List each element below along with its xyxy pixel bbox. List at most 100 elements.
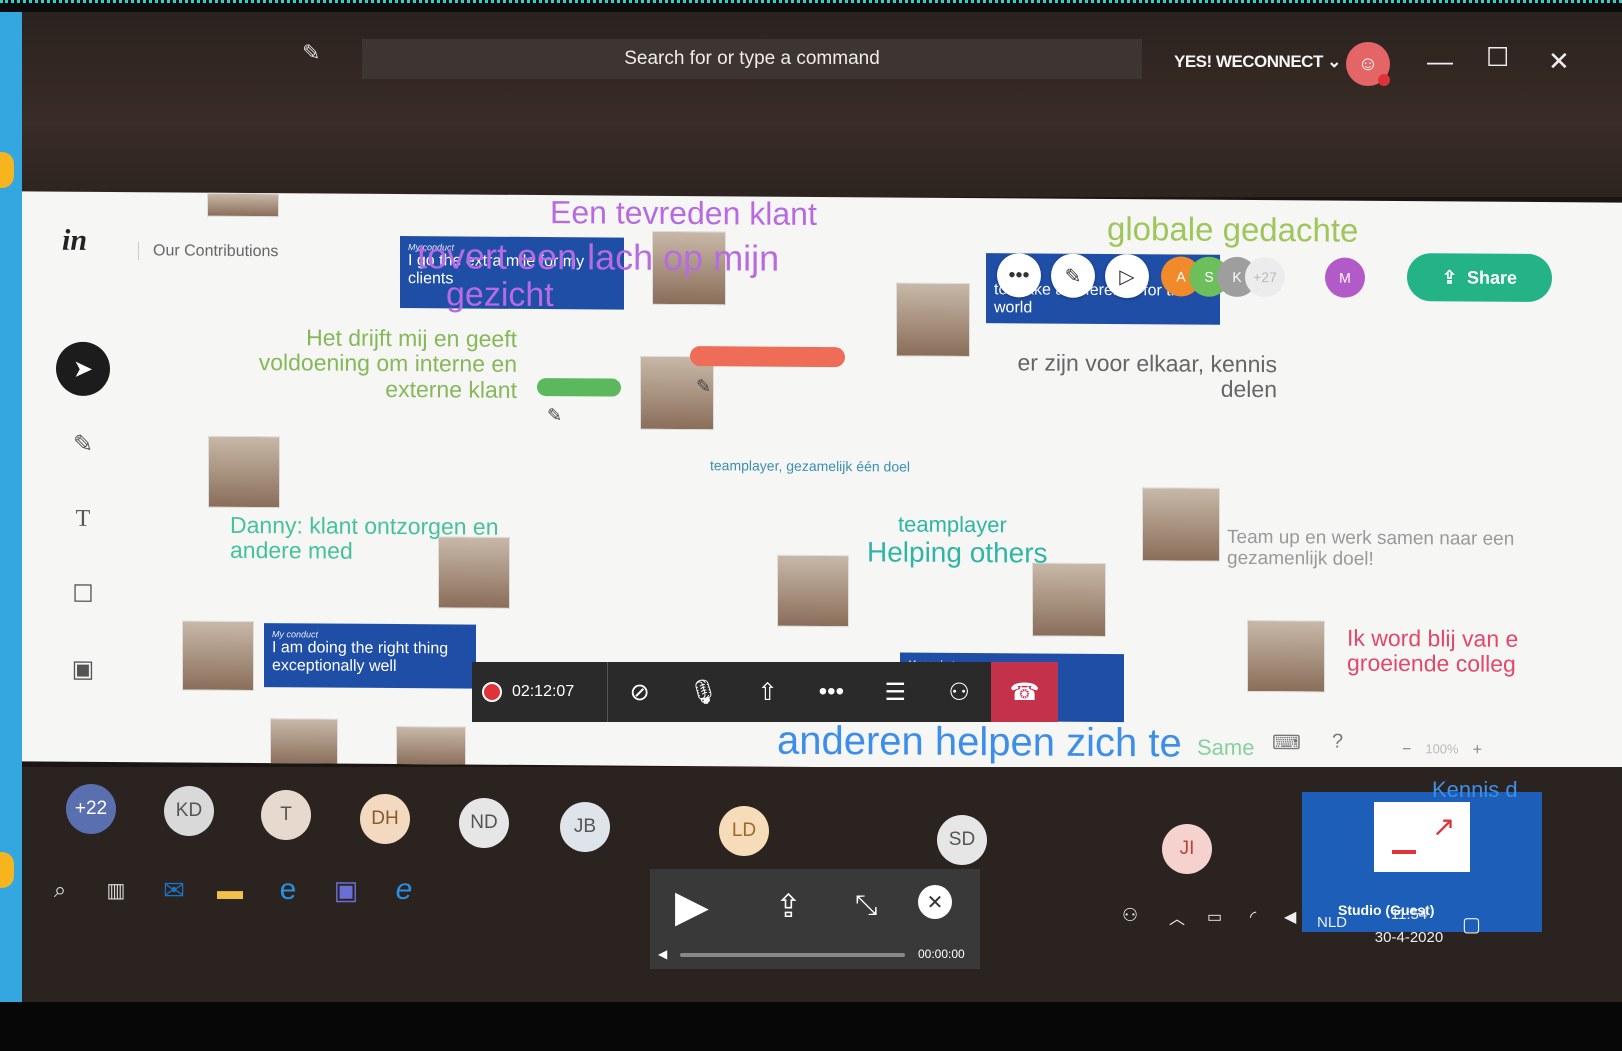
- edit-button[interactable]: ✎: [1051, 253, 1095, 298]
- exit-fullscreen-button[interactable]: ⤡: [855, 889, 877, 922]
- participant-photo: [207, 192, 279, 218]
- pen-tool-button[interactable]: ✎: [56, 417, 110, 471]
- participant-avatar[interactable]: DH: [360, 794, 410, 844]
- phone-hangup-icon: ☎: [1009, 678, 1040, 706]
- people-icon: ⚇: [948, 678, 970, 706]
- invision-logo: in: [62, 223, 88, 257]
- participant-photo: [1247, 619, 1325, 693]
- minimize-button[interactable]: —: [1427, 46, 1453, 77]
- zoom-in-button[interactable]: +: [1473, 742, 1482, 760]
- more-options-button[interactable]: •••: [997, 253, 1041, 298]
- close-button[interactable]: ✕: [1548, 46, 1570, 77]
- share-button[interactable]: ⇪ Share: [1407, 253, 1552, 303]
- zoom-controls: − 100% +: [1402, 741, 1482, 760]
- monitor-bezel: [0, 1002, 1622, 1051]
- file-explorer-icon[interactable]: ▬: [212, 872, 248, 908]
- select-tool-button[interactable]: ➤: [56, 341, 110, 397]
- share-icon: ⇪: [1441, 266, 1458, 287]
- people-icon[interactable]: ⚇: [1122, 905, 1138, 926]
- chat-button[interactable]: ☰: [863, 662, 927, 722]
- image-tool-button[interactable]: ▣: [56, 642, 110, 696]
- participant-avatar[interactable]: KD: [164, 786, 214, 836]
- search-input[interactable]: Search for or type a command: [362, 39, 1142, 79]
- pencil-icon: ✎: [72, 430, 94, 458]
- present-button[interactable]: ▷: [1105, 253, 1149, 299]
- participant-avatar[interactable]: SD: [937, 815, 987, 865]
- participant-photo: [896, 282, 970, 358]
- chevron-up-icon[interactable]: ︿: [1169, 905, 1185, 929]
- image-icon: ▣: [71, 655, 95, 683]
- wifi-icon[interactable]: ◜: [1250, 907, 1256, 927]
- board-title: Our Contributions: [138, 242, 279, 262]
- sticky-note: teamplayer: [898, 511, 1007, 538]
- language-indicator[interactable]: NLD: [1317, 914, 1347, 931]
- tenant-switcher[interactable]: YES! WECONNECT ⌄: [1174, 52, 1341, 72]
- teams-icon[interactable]: ▣: [328, 872, 364, 908]
- participant-avatar[interactable]: T: [261, 790, 311, 840]
- camera-off-button[interactable]: ⊘: [608, 662, 672, 722]
- green-marker-stroke: [537, 378, 621, 397]
- chat-icon: ☰: [884, 678, 907, 706]
- collaborator-avatar[interactable]: M: [1325, 257, 1365, 298]
- left-window-strip: [0, 12, 22, 1002]
- maximize-button[interactable]: ☐: [1486, 42, 1509, 73]
- person-icon: ☺: [1357, 52, 1379, 75]
- participant-avatar[interactable]: JB: [560, 802, 610, 852]
- collaborator-avatars[interactable]: A S K +27: [1161, 256, 1285, 298]
- zoom-out-button[interactable]: −: [1402, 741, 1411, 759]
- sticky-note: Ik word blij van e groeiende colleg: [1347, 624, 1519, 678]
- share-screen-button[interactable]: ⇧: [736, 662, 800, 722]
- participant-photo: [777, 554, 849, 628]
- progress-slider[interactable]: [680, 953, 905, 957]
- internet-explorer-icon[interactable]: e: [386, 872, 422, 908]
- task-view-icon[interactable]: ▥: [98, 872, 134, 908]
- help-icon[interactable]: ?: [1332, 731, 1343, 754]
- sticky-note: er zijn voor elkaar, kennis delen: [1017, 349, 1277, 403]
- conduct-card: My conduct I am doing the right thing ex…: [264, 623, 476, 689]
- mute-button[interactable]: 🎙: [672, 662, 736, 722]
- sticky-note: Same: [1197, 734, 1255, 761]
- sticky-note: gezicht: [446, 275, 554, 315]
- search-icon[interactable]: ⌕: [42, 872, 78, 908]
- text-tool-button[interactable]: T: [56, 492, 110, 546]
- compose-icon[interactable]: ✎: [302, 40, 328, 66]
- volume-icon[interactable]: ◀: [658, 947, 667, 961]
- speaker-icon[interactable]: ◀: [1284, 907, 1296, 927]
- participant-avatar[interactable]: ND: [459, 798, 509, 848]
- play-button[interactable]: ▶: [675, 881, 709, 932]
- dash-mark: [1392, 850, 1416, 854]
- card-text: I am doing the right thing exceptionally…: [272, 639, 449, 676]
- more-actions-button[interactable]: •••: [799, 662, 863, 722]
- play-icon: ▷: [1119, 265, 1135, 288]
- outlook-icon[interactable]: ✉: [156, 872, 192, 908]
- arrow-icon: ↗: [1432, 811, 1456, 842]
- more-collaborators-count[interactable]: +27: [1245, 256, 1285, 298]
- avatar-initials: T: [280, 804, 292, 825]
- search-placeholder: Search for or type a command: [624, 48, 880, 69]
- shape-tool-button[interactable]: ☐: [56, 567, 110, 621]
- hang-up-button[interactable]: ☎: [991, 662, 1059, 722]
- clock[interactable]: 11:54 30-4-2020: [1374, 906, 1444, 946]
- notification-icon[interactable]: ▢: [1462, 912, 1481, 937]
- share-screen-icon: ⇧: [757, 678, 778, 706]
- close-player-button[interactable]: ✕: [918, 885, 952, 919]
- participant-photo: [1032, 562, 1106, 637]
- clock-time: 11:54: [1390, 906, 1428, 923]
- pencil-icon: ✎: [547, 405, 563, 426]
- participants-button[interactable]: ⚇: [927, 662, 991, 722]
- participant-avatar[interactable]: LD: [719, 806, 769, 856]
- participant-photo: [1142, 487, 1220, 562]
- edge-icon[interactable]: e: [270, 872, 306, 908]
- user-avatar[interactable]: ☺: [1346, 42, 1390, 86]
- square-icon: ☐: [72, 580, 94, 608]
- share-button[interactable]: ⇪: [775, 887, 802, 925]
- call-timer: 02:12:07: [512, 662, 608, 722]
- close-icon: ✕: [926, 891, 944, 914]
- battery-icon[interactable]: ▭: [1207, 907, 1222, 927]
- avatar-initials: LD: [731, 820, 757, 841]
- more-participants-avatar[interactable]: +22: [66, 784, 116, 834]
- top-border: [0, 0, 1622, 12]
- participant-photo: [182, 620, 254, 692]
- keyboard-icon[interactable]: ⌨: [1272, 730, 1301, 755]
- participant-avatar[interactable]: JI: [1162, 824, 1212, 874]
